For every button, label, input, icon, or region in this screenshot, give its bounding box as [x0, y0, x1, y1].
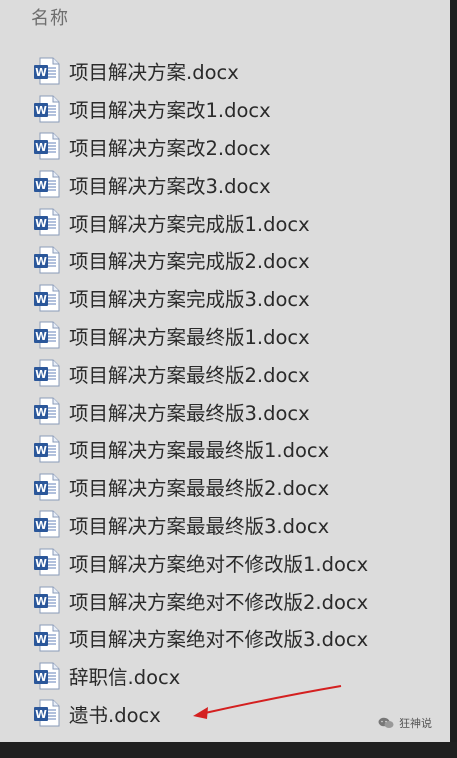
wechat-icon: [378, 717, 394, 728]
watermark: 狂神说: [378, 715, 432, 731]
red-arrow-annotation: [193, 685, 342, 719]
window-right-edge: [450, 0, 457, 758]
file-explorer-panel: 名称 W 项目解决方案.docx W 项目解决方案改1.docx W 项目解决方…: [0, 0, 450, 742]
watermark-text: 狂神说: [399, 717, 432, 730]
window-bottom-edge: [0, 742, 457, 758]
